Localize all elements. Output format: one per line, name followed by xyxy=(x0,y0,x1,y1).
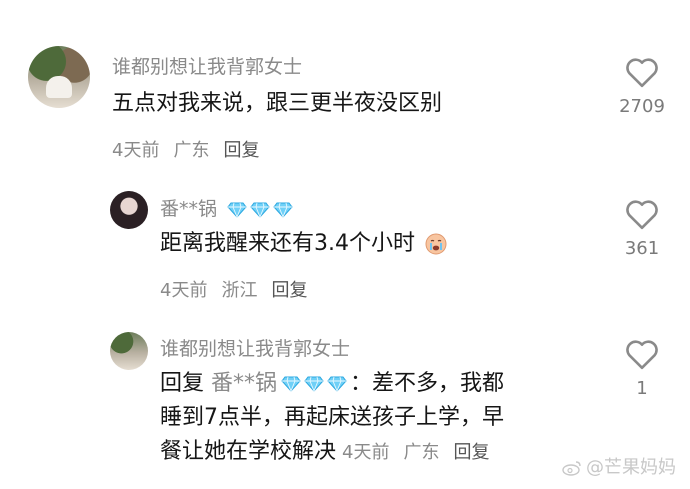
like-count: 1 xyxy=(636,378,648,399)
diamond-icon xyxy=(227,202,247,218)
comment-username[interactable]: 谁都别想让我背郭女士 xyxy=(112,52,302,79)
comment-text-line-2: 睡到7点半，再起床送孩子上学，早 xyxy=(160,405,504,430)
diamond-icon xyxy=(250,202,270,218)
like-button[interactable]: 2709 xyxy=(612,56,672,117)
comment-time: 4天前 xyxy=(112,140,160,161)
mentioned-user[interactable]: 番**锅 xyxy=(211,371,277,396)
comment-username[interactable]: 谁都别想让我背郭女士 xyxy=(160,334,350,361)
comment-text: 距离我醒来还有3.4个小时 xyxy=(160,231,415,256)
crying-face-icon xyxy=(425,233,447,255)
comment-location: 广东 xyxy=(173,140,210,161)
fan-badge xyxy=(281,368,350,400)
comment-username[interactable]: 番**锅 xyxy=(160,198,217,220)
comment-meta: 4天前 广东 回复 xyxy=(112,136,273,162)
comment-text-row: 距离我醒来还有3.4个小时 xyxy=(160,228,448,260)
watermark-text: @芒果妈妈 xyxy=(586,457,676,478)
diamond-icon xyxy=(281,376,301,392)
comment-location: 浙江 xyxy=(221,280,258,301)
diamond-icon xyxy=(304,376,324,392)
like-count: 361 xyxy=(624,238,660,259)
like-button[interactable]: 1 xyxy=(612,338,672,399)
heart-icon xyxy=(626,340,658,370)
like-button[interactable]: 361 xyxy=(612,198,672,259)
avatar[interactable] xyxy=(110,191,148,229)
comment-username-row: 番**锅 xyxy=(160,194,296,221)
reply-button[interactable]: 回复 xyxy=(271,280,307,301)
comment-text: 五点对我来说，跟三更半夜没区别 xyxy=(112,91,443,116)
comment-text: ：差不多，我都 xyxy=(350,371,505,396)
comment-text: 餐让她在学校解决 xyxy=(160,439,337,464)
reply-button[interactable]: 回复 xyxy=(453,442,489,463)
reply-prefix: 回复 xyxy=(160,371,205,396)
comment-location: 广东 xyxy=(403,442,440,463)
avatar[interactable] xyxy=(28,46,90,108)
avatar[interactable] xyxy=(110,332,148,370)
heart-icon xyxy=(626,200,658,230)
comment-text-line-1: 回复 番**锅 ：差不多，我都 xyxy=(160,368,504,400)
comment-time: 4天前 xyxy=(342,442,390,463)
diamond-icon xyxy=(273,202,293,218)
heart-icon xyxy=(626,58,658,88)
like-count: 2709 xyxy=(619,96,665,117)
fan-badge xyxy=(227,199,296,221)
diamond-icon xyxy=(327,376,347,392)
weibo-logo-icon xyxy=(562,461,581,476)
watermark: @芒果妈妈 xyxy=(562,453,676,479)
comment-meta: 4天前 广东 回复 xyxy=(342,442,503,463)
comment-text-line-3: 餐让她在学校解决 4天前 广东 回复 xyxy=(160,436,503,469)
comment-time: 4天前 xyxy=(160,280,208,301)
comment-meta: 4天前 浙江 回复 xyxy=(160,276,321,302)
reply-button[interactable]: 回复 xyxy=(223,140,259,161)
